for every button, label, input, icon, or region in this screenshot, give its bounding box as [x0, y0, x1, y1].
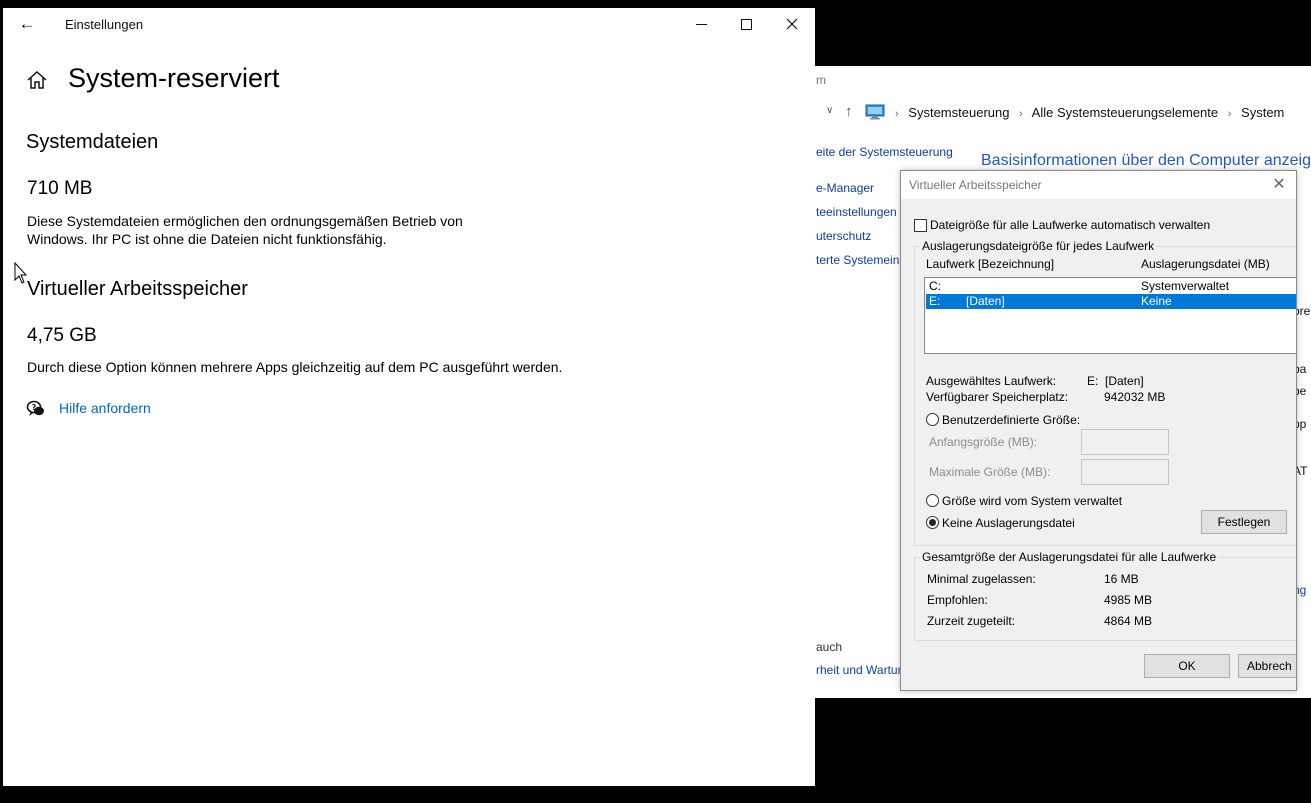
system-files-heading: Systemdateien: [26, 131, 159, 153]
svg-text:?: ?: [32, 403, 37, 412]
drive-row-c[interactable]: C: Systemverwaltet: [926, 279, 1296, 294]
close-button[interactable]: [775, 12, 809, 36]
breadcrumb-separator-icon: ›: [895, 108, 899, 120]
back-arrow-icon[interactable]: ←: [15, 14, 39, 34]
minimize-button[interactable]: [684, 12, 718, 36]
drive-letter: C:: [929, 279, 941, 293]
breadcrumb-separator-icon: ›: [1227, 108, 1232, 120]
mouse-cursor-icon: [14, 262, 28, 284]
breadcrumb-item-systemsteuerung[interactable]: Systemsteuerung: [908, 105, 1009, 120]
settings-window: ← Einstellungen System-reserviert System…: [3, 8, 815, 786]
maximize-button[interactable]: [729, 12, 763, 36]
computer-icon: [865, 104, 885, 120]
sidebar-link-home[interactable]: eite der Systemsteuerung: [816, 145, 953, 159]
min-allowed-value: 16 MB: [1104, 572, 1139, 586]
system-managed-radio[interactable]: [926, 494, 939, 507]
drive-paging: Keine: [1141, 294, 1172, 308]
set-button[interactable]: Festlegen: [1201, 510, 1287, 534]
column-header-drive[interactable]: Laufwerk [Bezeichnung]: [926, 257, 1054, 271]
drive-label: [Daten]: [966, 294, 1005, 308]
initial-size-label: Anfangsgröße (MB):: [929, 435, 1038, 449]
maximize-icon: [740, 18, 752, 30]
minimize-icon: [695, 23, 707, 25]
security-maintenance-link[interactable]: rheit und Wartung: [816, 663, 911, 677]
system-files-description-line1: Diese Systemdateien ermöglichen den ordn…: [27, 213, 463, 229]
cancel-button[interactable]: Abbrech: [1238, 654, 1296, 678]
breadcrumb-separator-icon: ›: [1019, 108, 1023, 120]
system-files-description-line2: Windows. Ihr PC ist ohne die Dateien nic…: [27, 231, 387, 247]
custom-size-label: Benutzerdefinierte Größe:: [942, 413, 1081, 427]
per-drive-group-label: Auslagerungsdateigröße für jedes Laufwer…: [920, 239, 1157, 253]
dialog-close-icon[interactable]: ✕: [1265, 174, 1293, 196]
recent-locations-chevron-icon[interactable]: ∨: [826, 105, 833, 116]
help-link[interactable]: Hilfe anfordern: [59, 400, 151, 416]
dialog-title: Virtueller Arbeitsspeicher: [909, 178, 1042, 192]
drive-paging: Systemverwaltet: [1141, 279, 1230, 293]
max-size-label: Maximale Größe (MB):: [929, 465, 1051, 479]
home-icon[interactable]: [25, 68, 49, 92]
breadcrumb-item-system[interactable]: System: [1241, 105, 1284, 120]
cp-title-fragment: m: [816, 73, 826, 87]
dialog-title-bar: Virtueller Arbeitsspeicher ✕: [901, 171, 1296, 199]
virtual-memory-size: 4,75 GB: [27, 325, 97, 346]
sidebar-link-device-manager[interactable]: e-Manager: [816, 181, 874, 195]
free-space-label: Verfügbarer Speicherplatz:: [926, 390, 1069, 404]
system-files-size: 710 MB: [27, 178, 93, 199]
custom-size-radio[interactable]: [926, 413, 939, 426]
column-header-paging[interactable]: Auslagerungsdatei (MB): [1141, 257, 1270, 271]
title-bar: ← Einstellungen: [3, 8, 815, 40]
virtual-memory-description: Durch diese Option können mehrere Apps g…: [27, 359, 563, 375]
help-chat-icon: ?: [26, 400, 44, 416]
max-size-field[interactable]: [1081, 459, 1169, 485]
sidebar-link-remote-settings[interactable]: teeinstellungen: [816, 205, 897, 219]
app-title: Einstellungen: [65, 17, 144, 32]
sidebar-link-computer-protection[interactable]: uterschutz: [816, 229, 871, 243]
sidebar-link-advanced-settings[interactable]: terte Systemeins: [816, 253, 905, 267]
initial-size-field[interactable]: [1081, 429, 1169, 455]
drive-list[interactable]: C: Systemverwaltet E: [Daten] Keine: [924, 277, 1296, 354]
no-paging-radio[interactable]: [926, 516, 939, 529]
close-icon: [786, 18, 798, 30]
drive-letter: E:: [929, 294, 941, 308]
total-size-group-label: Gesamtgröße der Auslagerungsdatei für al…: [920, 550, 1219, 564]
free-space-value: 942032 MB: [1104, 390, 1166, 404]
selected-drive-value: E: [Daten]: [1087, 374, 1144, 388]
auto-manage-label: Dateigröße für alle Laufwerke automatisc…: [930, 218, 1211, 232]
drive-row-e[interactable]: E: [Daten] Keine: [926, 294, 1296, 309]
virtual-memory-heading: Virtueller Arbeitsspeicher: [27, 278, 248, 300]
recommended-value: 4985 MB: [1104, 593, 1153, 607]
cp-main-title: Basisinformationen über den Computer anz…: [981, 152, 1311, 169]
ok-button[interactable]: OK: [1144, 654, 1230, 678]
system-managed-label: Größe wird vom System verwaltet: [942, 494, 1123, 508]
recommended-label: Empfohlen:: [927, 593, 988, 607]
breadcrumb: › Systemsteuerung › Alle Systemsteuerung…: [889, 105, 1284, 120]
min-allowed-label: Minimal zugelassen:: [927, 572, 1036, 586]
virtual-memory-dialog: Virtueller Arbeitsspeicher ✕ Dateigröße …: [900, 170, 1297, 691]
selected-drive-label: Ausgewähltes Laufwerk:: [926, 374, 1057, 388]
breadcrumb-item-all-items[interactable]: Alle Systemsteuerungselemente: [1032, 105, 1218, 120]
allocated-value: 4864 MB: [1104, 614, 1153, 628]
page-title: System-reserviert: [68, 63, 280, 93]
see-also-label: auch: [816, 640, 843, 654]
no-paging-label: Keine Auslagerungsdatei: [942, 516, 1075, 530]
up-arrow-icon[interactable]: ↑: [845, 103, 853, 120]
allocated-label: Zurzeit zugeteilt:: [927, 614, 1016, 628]
auto-manage-checkbox[interactable]: [914, 219, 927, 232]
